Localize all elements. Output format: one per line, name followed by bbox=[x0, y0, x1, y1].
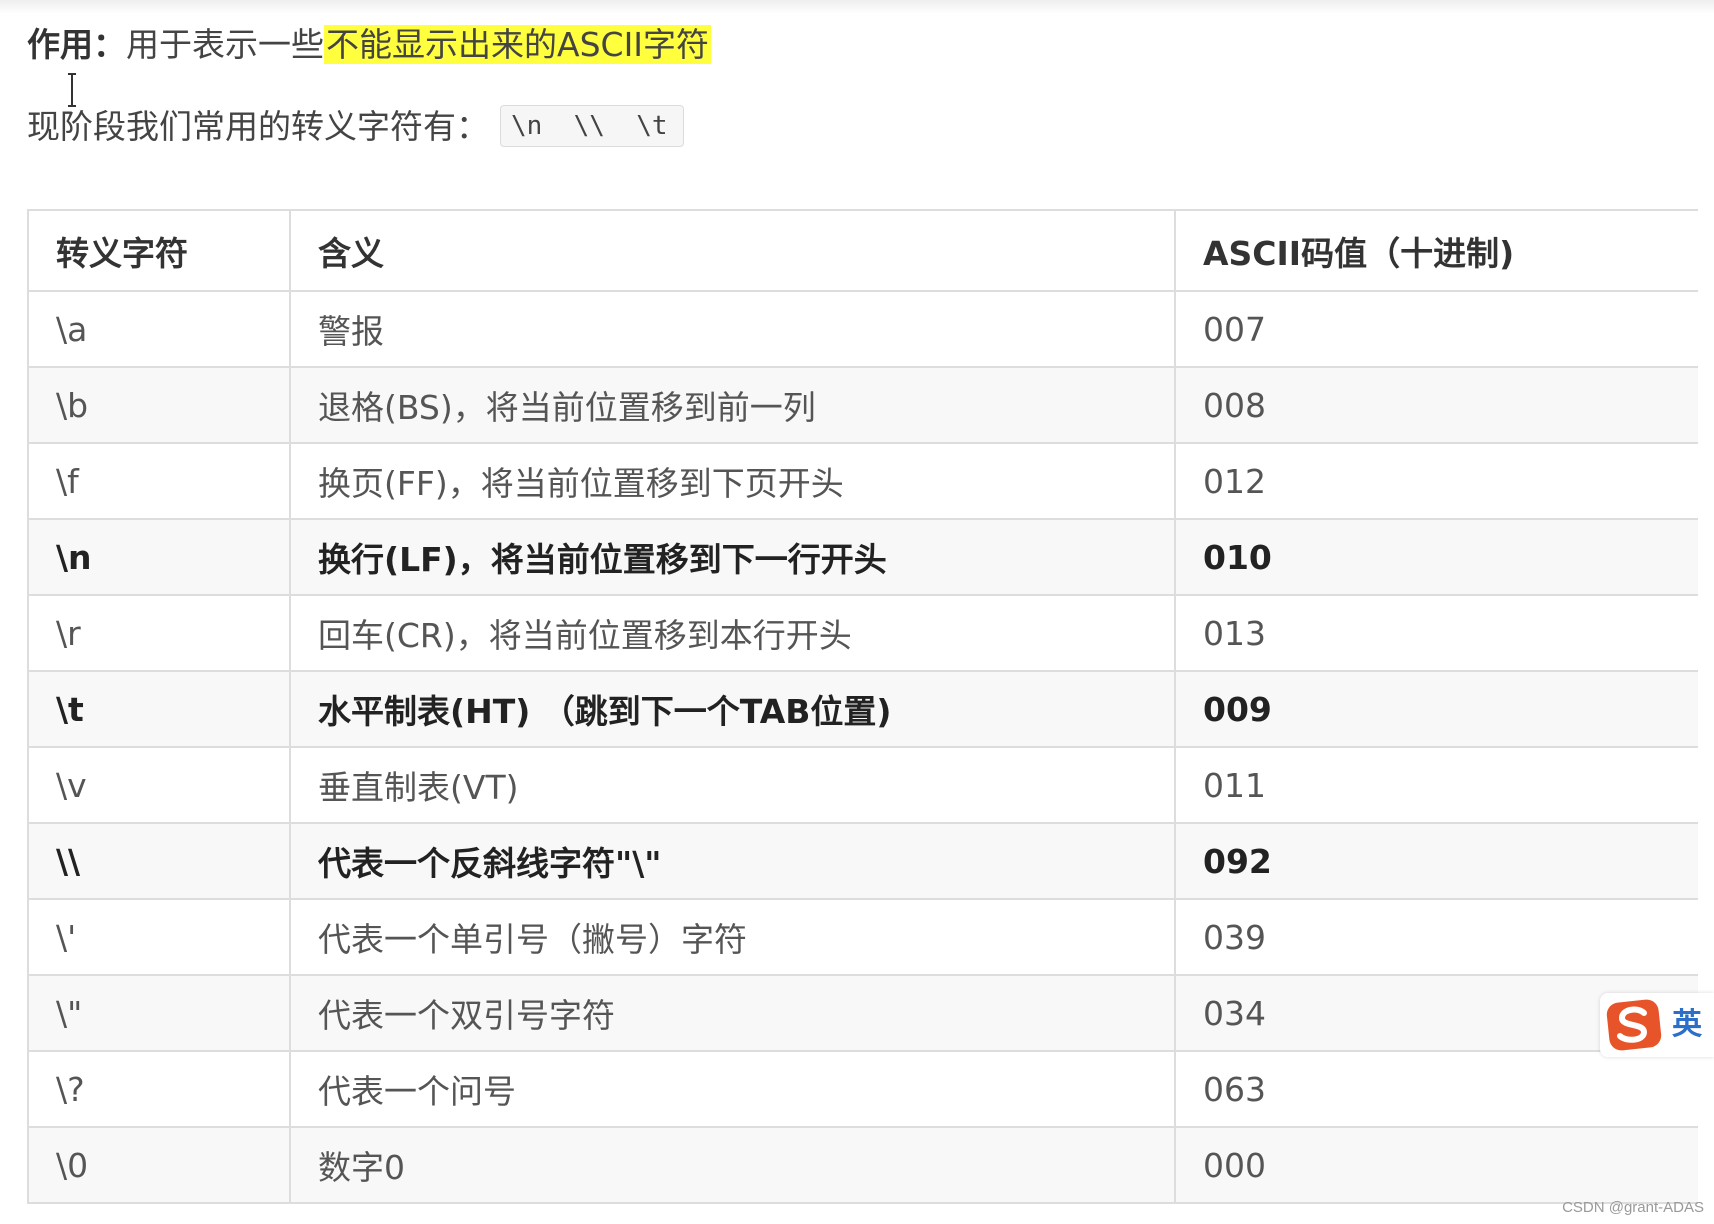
common-escapes-label: 现阶段我们常用的转义字符有： bbox=[27, 107, 489, 146]
ascii-value-cell: 063 bbox=[1174, 1050, 1698, 1128]
escape-char-cell: \\ bbox=[27, 822, 291, 900]
escape-char-cell: \? bbox=[27, 1050, 291, 1128]
sogou-logo-icon bbox=[1606, 999, 1662, 1051]
meaning-cell: 换行(LF)，将当前位置移到下一行开头 bbox=[289, 518, 1176, 596]
purpose-line: 作用：用于表示一些不能显示出来的ASCII字符 bbox=[27, 22, 712, 68]
table-header-row: 转义字符 含义 ASCII码值（十进制) bbox=[27, 209, 1698, 292]
table-row: \" 代表一个双引号字符 034 bbox=[27, 974, 1698, 1052]
top-shade bbox=[0, 0, 1714, 14]
text-cursor-icon bbox=[68, 73, 76, 107]
table-row: \n 换行(LF)，将当前位置移到下一行开头 010 bbox=[27, 518, 1698, 596]
meaning-cell: 代表一个单引号（撇号）字符 bbox=[289, 898, 1176, 976]
escape-char-cell: \a bbox=[27, 290, 291, 368]
ascii-value-cell: 013 bbox=[1174, 594, 1698, 672]
meaning-cell: 代表一个双引号字符 bbox=[289, 974, 1176, 1052]
ascii-value-cell: 039 bbox=[1174, 898, 1698, 976]
ascii-value-cell: 009 bbox=[1174, 670, 1698, 748]
escape-char-cell: \v bbox=[27, 746, 291, 824]
meaning-cell: 代表一个反斜线字符"\" bbox=[289, 822, 1176, 900]
table-row: \v 垂直制表(VT) 011 bbox=[27, 746, 1698, 824]
table-row: \b 退格(BS)，将当前位置移到前一列 008 bbox=[27, 366, 1698, 444]
escape-char-cell: \r bbox=[27, 594, 291, 672]
ime-language-label: 英 bbox=[1672, 1007, 1702, 1042]
table-row: \' 代表一个单引号（撇号）字符 039 bbox=[27, 898, 1698, 976]
purpose-label: 作用： bbox=[27, 25, 126, 64]
ascii-value-cell: 010 bbox=[1174, 518, 1698, 596]
escape-char-cell: \' bbox=[27, 898, 291, 976]
escape-char-cell: \f bbox=[27, 442, 291, 520]
common-escapes-line: 现阶段我们常用的转义字符有： bbox=[27, 104, 489, 150]
header-escape-char: 转义字符 bbox=[27, 209, 291, 292]
purpose-highlight: 不能显示出来的ASCII字符 bbox=[324, 25, 712, 64]
ime-indicator[interactable]: 英 bbox=[1600, 993, 1714, 1057]
table-row: \? 代表一个问号 063 bbox=[27, 1050, 1698, 1128]
ascii-value-cell: 012 bbox=[1174, 442, 1698, 520]
meaning-cell: 代表一个问号 bbox=[289, 1050, 1176, 1128]
escape-table-wrapper: 转义字符 含义 ASCII码值（十进制) \a 警报 007 \b 退格(BS)，将当前… bbox=[27, 209, 1698, 1207]
table-row: \r 回车(CR)，将当前位置移到本行开头 013 bbox=[27, 594, 1698, 672]
table-row: \f 换页(FF)，将当前位置移到下页开头 012 bbox=[27, 442, 1698, 520]
escape-char-cell: \0 bbox=[27, 1126, 291, 1204]
ascii-value-cell: 007 bbox=[1174, 290, 1698, 368]
escape-char-cell: \t bbox=[27, 670, 291, 748]
ascii-value-cell: 008 bbox=[1174, 366, 1698, 444]
meaning-cell: 数字0 bbox=[289, 1126, 1176, 1204]
meaning-cell: 警报 bbox=[289, 290, 1176, 368]
meaning-cell: 水平制表(HT) （跳到下一个TAB位置) bbox=[289, 670, 1176, 748]
inline-code: \n \\ \t bbox=[500, 105, 684, 147]
ascii-value-cell: 000 bbox=[1174, 1126, 1698, 1204]
escape-char-cell: \b bbox=[27, 366, 291, 444]
ascii-value-cell: 092 bbox=[1174, 822, 1698, 900]
purpose-text: 用于表示一些 bbox=[126, 25, 324, 64]
table-row: \\ 代表一个反斜线字符"\" 092 bbox=[27, 822, 1698, 900]
watermark: CSDN @grant-ADAS bbox=[1562, 1199, 1704, 1216]
table-row: \t 水平制表(HT) （跳到下一个TAB位置) 009 bbox=[27, 670, 1698, 748]
header-meaning: 含义 bbox=[289, 209, 1176, 292]
meaning-cell: 回车(CR)，将当前位置移到本行开头 bbox=[289, 594, 1176, 672]
escape-table: 转义字符 含义 ASCII码值（十进制) \a 警报 007 \b 退格(BS)，将当前… bbox=[27, 209, 1698, 1204]
escape-char-cell: \" bbox=[27, 974, 291, 1052]
meaning-cell: 垂直制表(VT) bbox=[289, 746, 1176, 824]
ascii-value-cell: 011 bbox=[1174, 746, 1698, 824]
table-row: \0 数字0 000 bbox=[27, 1126, 1698, 1204]
meaning-cell: 换页(FF)，将当前位置移到下页开头 bbox=[289, 442, 1176, 520]
table-body: \a 警报 007 \b 退格(BS)，将当前位置移到前一列 008 \f 换页(FF)，将当… bbox=[27, 290, 1698, 1204]
meaning-cell: 退格(BS)，将当前位置移到前一列 bbox=[289, 366, 1176, 444]
table-row: \a 警报 007 bbox=[27, 290, 1698, 368]
escape-char-cell: \n bbox=[27, 518, 291, 596]
header-ascii-value: ASCII码值（十进制) bbox=[1174, 209, 1698, 292]
